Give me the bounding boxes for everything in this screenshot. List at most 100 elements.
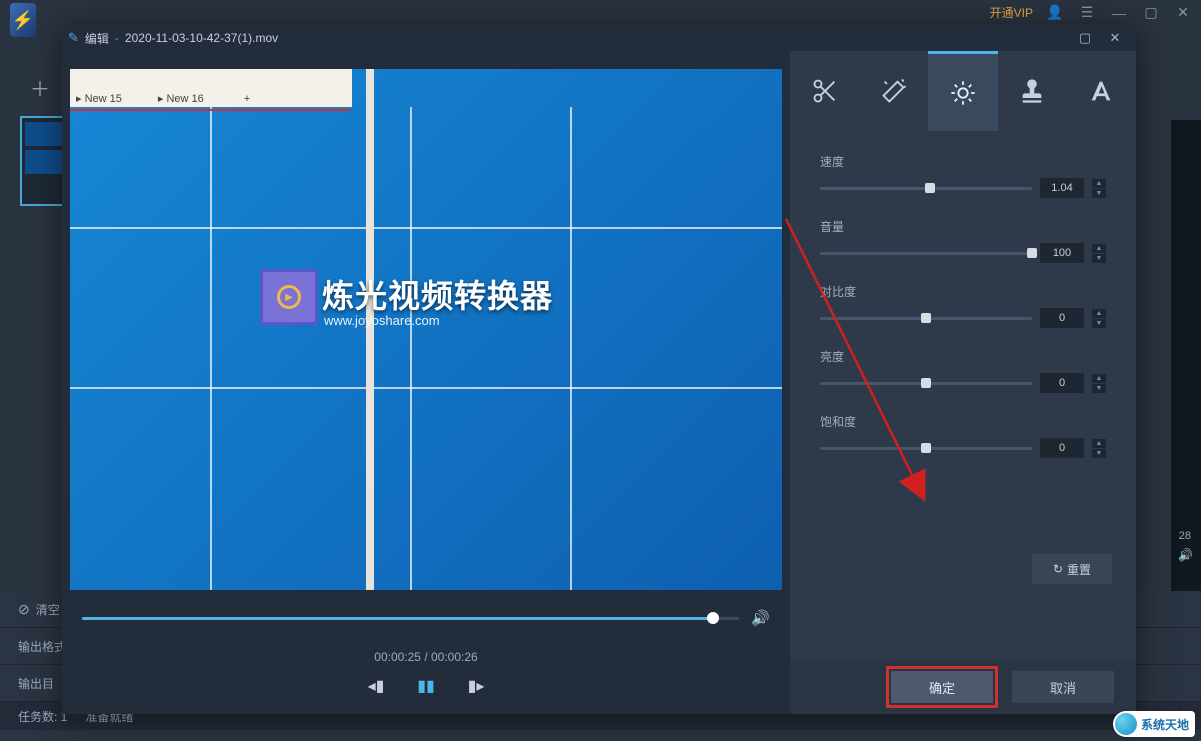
scene-volume-icon[interactable]: 🔊 — [1178, 548, 1193, 562]
user-icon[interactable]: 👤 — [1045, 4, 1065, 21]
scene-time: 28 — [1179, 530, 1191, 542]
speed-group: 速度 1.04 ▲▼ — [820, 153, 1106, 198]
cancel-button[interactable]: 取消 — [1012, 671, 1114, 703]
reset-label: 重置 — [1067, 561, 1091, 578]
saturation-value[interactable]: 0 — [1040, 438, 1084, 458]
tab-cut[interactable] — [790, 51, 859, 131]
globe-icon — [1115, 713, 1137, 735]
brightness-slider[interactable] — [820, 382, 1032, 385]
chevron-down-icon: ▼ — [1092, 188, 1106, 198]
volume-value[interactable]: 100 — [1040, 243, 1084, 263]
tab-effect[interactable] — [859, 51, 928, 131]
volume-handle[interactable] — [1027, 248, 1037, 258]
chevron-up-icon: ▲ — [1092, 178, 1106, 188]
saturation-group: 饱和度 0 ▲▼ — [820, 413, 1106, 458]
contrast-label: 对比度 — [820, 283, 1106, 300]
pause-button[interactable]: ▮▮ — [414, 676, 438, 696]
saturation-spinner[interactable]: ▲▼ — [1092, 438, 1106, 458]
edit-panel: 速度 1.04 ▲▼ 音量 100 ▲▼ — [790, 51, 1136, 714]
speed-spinner[interactable]: ▲▼ — [1092, 178, 1106, 198]
tab-adjust[interactable] — [928, 51, 997, 131]
contrast-value[interactable]: 0 — [1040, 308, 1084, 328]
dialog-close-icon[interactable]: ✕ — [1100, 30, 1130, 46]
next-frame-button[interactable]: ▮▸ — [464, 676, 488, 696]
prev-frame-button[interactable]: ◂▮ — [364, 676, 388, 696]
video-preview: ▸ New 15 ▸ New 16 + ▶ 炼光视频转换器 www.joyosh… — [70, 69, 782, 590]
contrast-group: 对比度 0 ▲▼ — [820, 283, 1106, 328]
total-time: 00:00:26 — [431, 650, 478, 664]
site-watermark: 系统天地 — [1113, 711, 1195, 737]
watermark-url: www.joyoshare.com — [324, 313, 440, 328]
chevron-up-icon: ▲ — [1092, 243, 1106, 253]
timeline-track[interactable] — [82, 617, 739, 620]
output-dir-label: 输出目 — [18, 675, 54, 692]
brightness-handle[interactable] — [921, 378, 931, 388]
preview-pane: ▸ New 15 ▸ New 16 + ▶ 炼光视频转换器 www.joyosh… — [62, 51, 790, 714]
saturation-slider[interactable] — [820, 447, 1032, 450]
brightness-icon — [949, 79, 977, 107]
tab-watermark[interactable] — [998, 51, 1067, 131]
speed-slider[interactable] — [820, 187, 1032, 190]
parent-maximize-icon[interactable]: ▢ — [1141, 4, 1161, 21]
scene-panel — [1171, 120, 1201, 600]
brightness-label: 亮度 — [820, 348, 1106, 365]
saturation-handle[interactable] — [921, 443, 931, 453]
edit-icon: ✎ — [68, 30, 79, 46]
ok-label: 确定 — [929, 678, 955, 697]
contrast-slider[interactable] — [820, 317, 1032, 320]
parent-topbar: 开通VIP 👤 ☰ — ▢ ✕ — [0, 0, 1201, 25]
wand-icon — [880, 77, 908, 105]
add-button[interactable]: ＋ — [30, 73, 50, 102]
contrast-handle[interactable] — [921, 313, 931, 323]
chevron-up-icon: ▲ — [1092, 373, 1106, 383]
speed-label: 速度 — [820, 153, 1106, 170]
reset-button[interactable]: ↻ 重置 — [1032, 554, 1112, 584]
play-controls: ◂▮ ▮▮ ▮▸ — [62, 670, 790, 714]
ok-highlight: 确定 — [886, 666, 998, 708]
preview-tabs: ▸ New 15 ▸ New 16 + — [70, 69, 352, 107]
parent-minimize-icon[interactable]: — — [1109, 5, 1129, 21]
contrast-spinner[interactable]: ▲▼ — [1092, 308, 1106, 328]
site-name: 系统天地 — [1141, 716, 1189, 733]
ok-button[interactable]: 确定 — [891, 671, 993, 703]
timeline: 🔊 — [62, 590, 790, 646]
chevron-down-icon: ▼ — [1092, 448, 1106, 458]
parent-close-icon[interactable]: ✕ — [1173, 4, 1193, 21]
dialog-title-text: 编辑 — [85, 30, 109, 47]
speed-value[interactable]: 1.04 — [1040, 178, 1084, 198]
speed-handle[interactable] — [925, 183, 935, 193]
text-icon — [1087, 77, 1115, 105]
volume-slider[interactable] — [820, 252, 1032, 255]
chevron-down-icon: ▼ — [1092, 318, 1106, 328]
chevron-up-icon: ▲ — [1092, 438, 1106, 448]
sliders-area: 速度 1.04 ▲▼ 音量 100 ▲▼ — [790, 131, 1136, 660]
chevron-down-icon: ▼ — [1092, 383, 1106, 393]
volume-spinner[interactable]: ▲▼ — [1092, 243, 1106, 263]
app-logo: ⚡ — [10, 3, 50, 47]
tasks-count: 任务数: 1 — [18, 708, 67, 725]
brightness-value[interactable]: 0 — [1040, 373, 1084, 393]
dialog-maximize-icon[interactable]: ▢ — [1070, 30, 1100, 46]
menu-icon[interactable]: ☰ — [1077, 4, 1097, 21]
volume-group: 音量 100 ▲▼ — [820, 218, 1106, 263]
current-time: 00:00:25 — [374, 650, 421, 664]
watermark-logo: ▶ — [260, 269, 318, 325]
cancel-label: 取消 — [1050, 678, 1076, 697]
timeline-handle[interactable] — [707, 612, 719, 624]
clear-label: 清空 — [36, 601, 60, 618]
stamp-icon — [1018, 77, 1046, 105]
brightness-spinner[interactable]: ▲▼ — [1092, 373, 1106, 393]
volume-label: 音量 — [820, 218, 1106, 235]
chevron-down-icon: ▼ — [1092, 253, 1106, 263]
reset-icon: ↻ — [1053, 562, 1063, 576]
volume-icon[interactable]: 🔊 — [751, 609, 770, 627]
watermark-text: 炼光视频转换器 — [322, 271, 553, 317]
saturation-label: 饱和度 — [820, 413, 1106, 430]
tool-tabs — [790, 51, 1136, 131]
vip-link[interactable]: 开通VIP — [990, 4, 1033, 21]
dialog-titlebar: ✎ 编辑 - 2020-11-03-10-42-37(1).mov ▢ ✕ — [62, 25, 1136, 51]
clear-icon: ⊘ — [18, 601, 30, 618]
tab-text[interactable] — [1067, 51, 1136, 131]
dialog-footer: 确定 取消 — [790, 660, 1136, 714]
time-display: 00:00:25 / 00:00:26 — [62, 646, 790, 670]
